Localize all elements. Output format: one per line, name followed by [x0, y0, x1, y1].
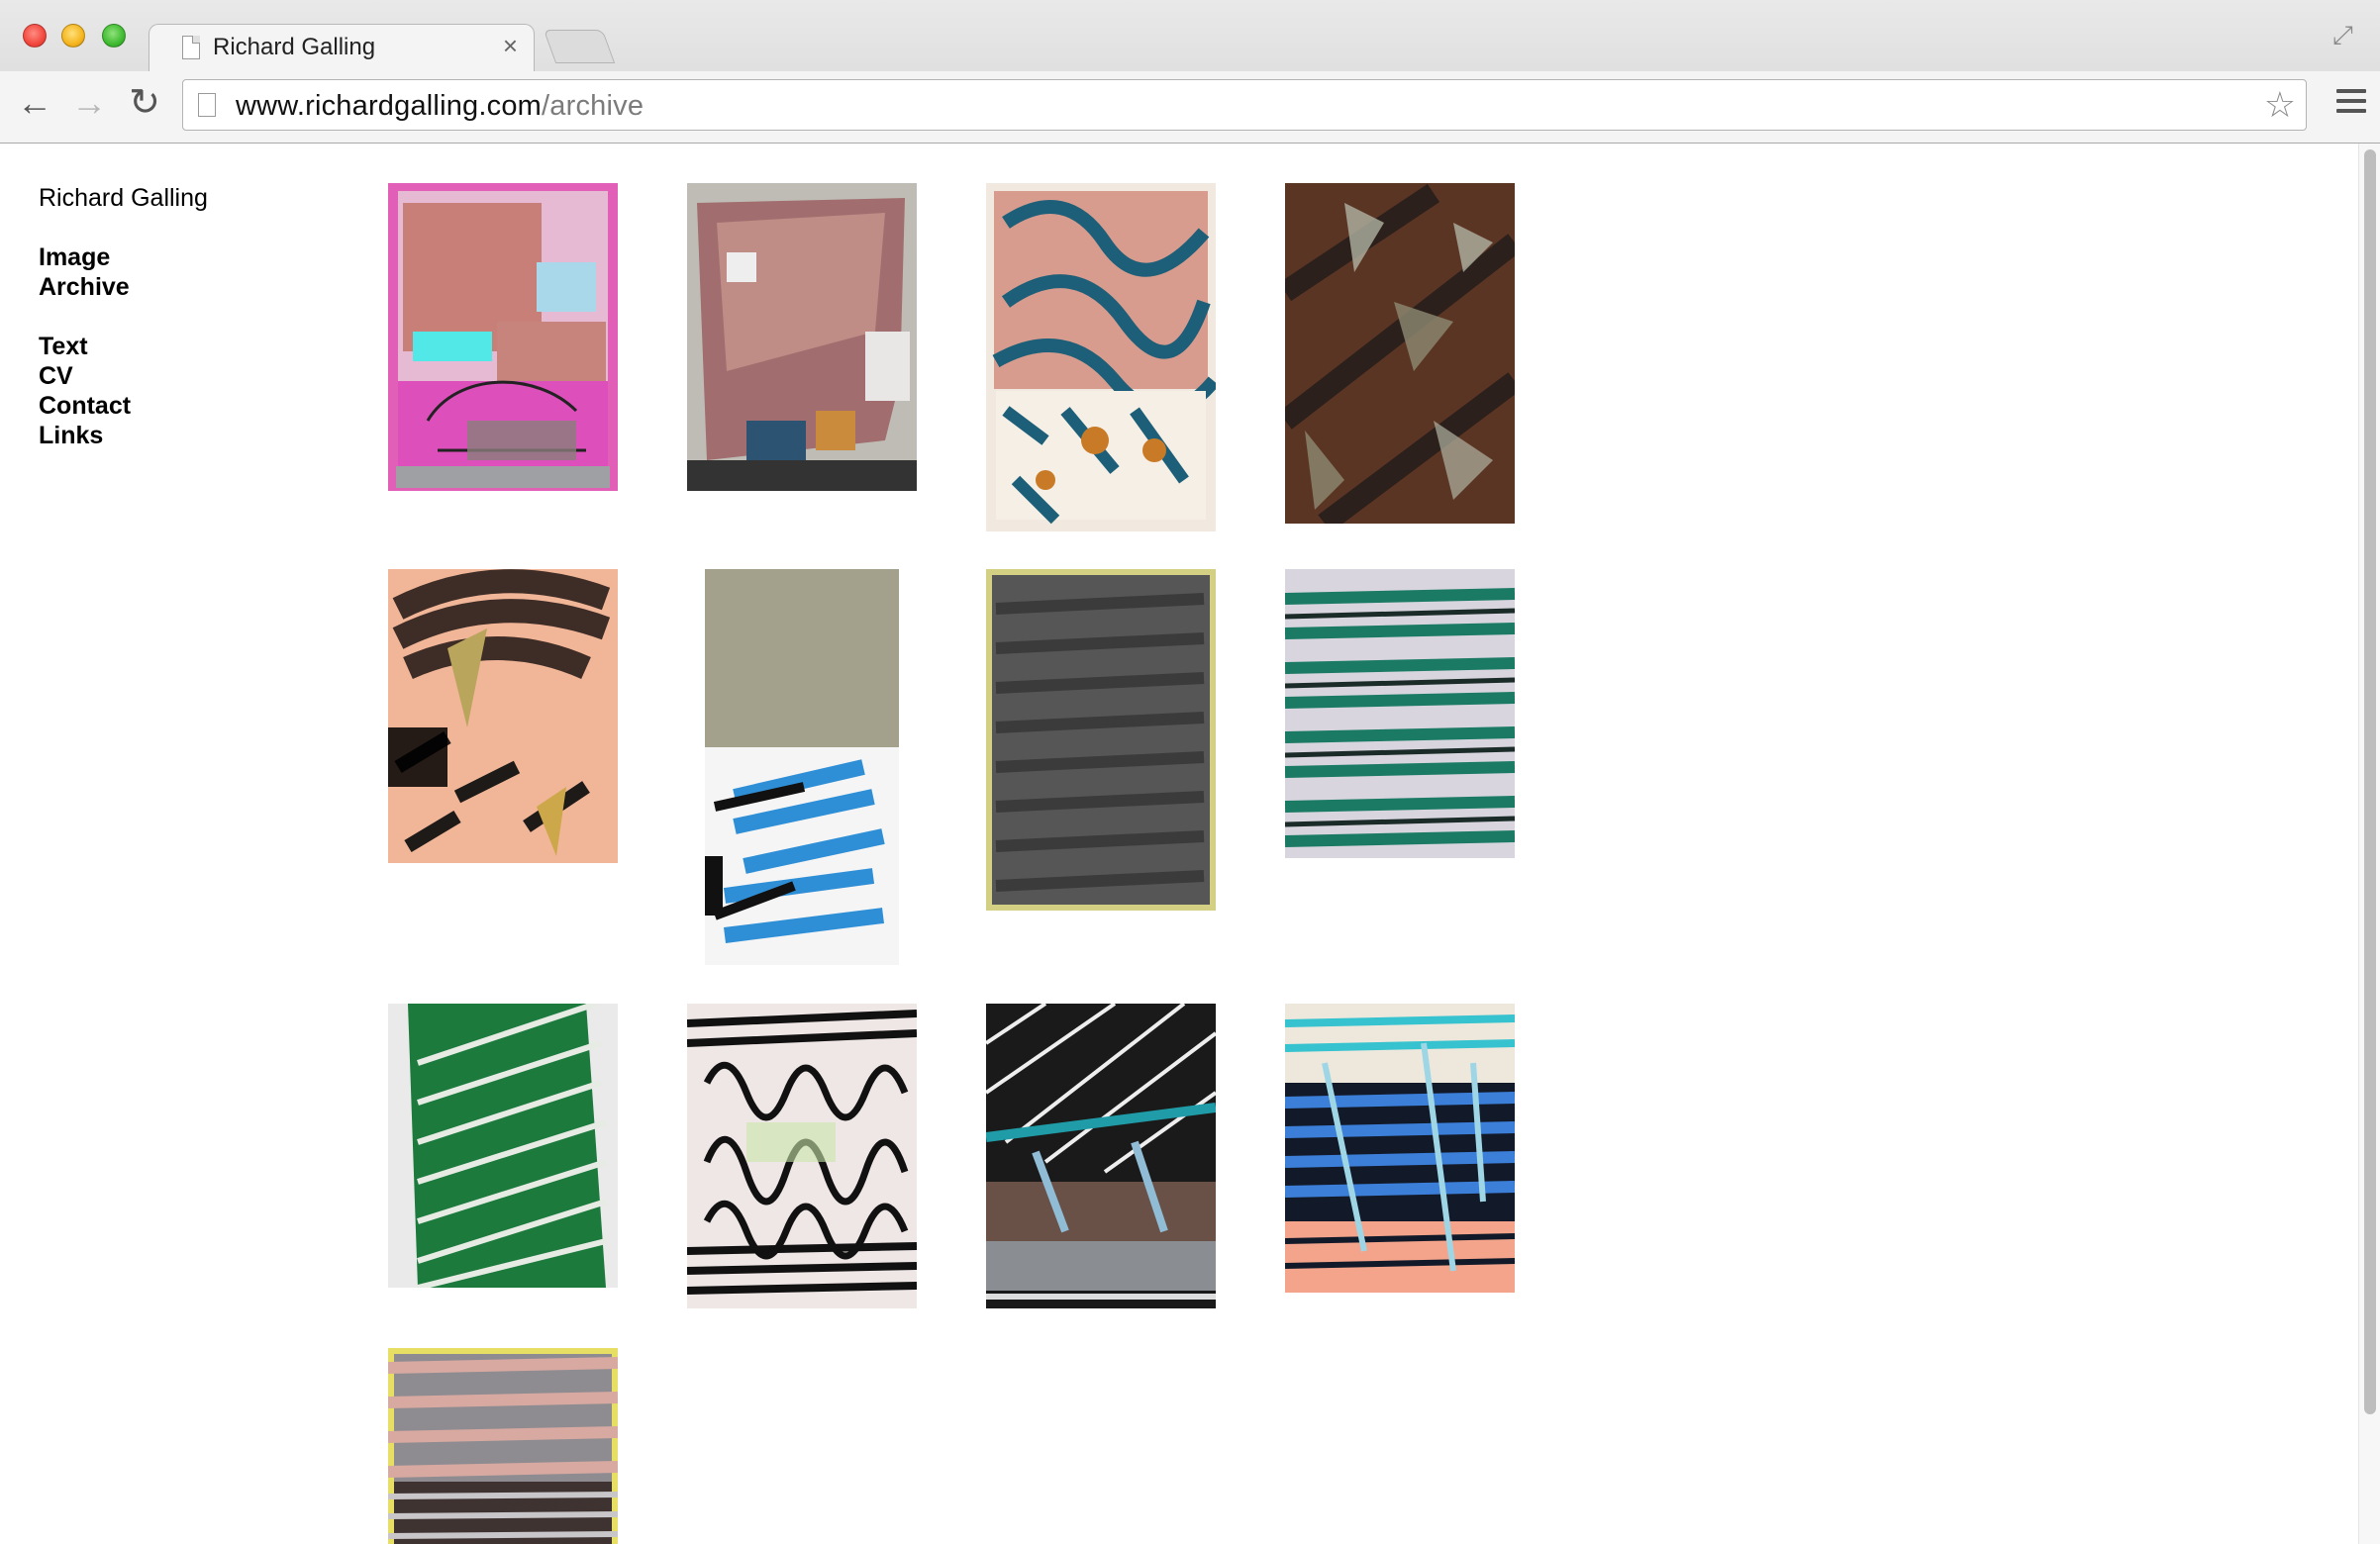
close-window-button[interactable] — [23, 24, 47, 48]
vertical-scrollbar[interactable] — [2358, 144, 2380, 1544]
url-text[interactable]: www.richardgalling.com/archive — [236, 90, 644, 123]
close-tab-icon[interactable]: × — [503, 31, 518, 61]
bookmark-star-icon[interactable]: ☆ — [2264, 84, 2296, 126]
reload-icon[interactable]: ↻ — [125, 83, 164, 123]
artwork-thumbnail[interactable] — [687, 183, 917, 491]
address-bar[interactable]: www.richardgalling.com/archive ☆ — [182, 79, 2307, 131]
nav-link-archive[interactable]: Archive — [39, 272, 208, 302]
url-host: www.richardgalling.com — [236, 90, 543, 122]
fullscreen-icon[interactable]: ⤢ — [2332, 20, 2360, 49]
artwork-thumbnail[interactable] — [986, 569, 1216, 911]
site-title-link[interactable]: Richard Galling — [39, 183, 208, 213]
url-path: /archive — [542, 90, 645, 122]
minimize-window-button[interactable] — [61, 24, 85, 48]
tab-title: Richard Galling — [213, 34, 376, 60]
tab-strip: Richard Galling × ⤢ — [0, 0, 2380, 71]
artwork-thumbnail[interactable] — [388, 1004, 618, 1288]
artwork-thumbnail[interactable] — [986, 183, 1216, 531]
browser-toolbar: ← → ↻ www.richardgalling.com/archive ☆ — [0, 71, 2380, 144]
browser-chrome: Richard Galling × ⤢ ← → ↻ www.richardgal… — [0, 0, 2380, 144]
artwork-thumbnail[interactable] — [986, 1004, 1216, 1308]
nav-link-cv[interactable]: CV — [39, 361, 208, 391]
artwork-thumbnail[interactable] — [388, 569, 618, 863]
nav-link-contact[interactable]: Contact — [39, 391, 208, 421]
scrollbar-thumb[interactable] — [2364, 149, 2376, 1414]
page-icon — [182, 36, 200, 59]
browser-tab[interactable]: Richard Galling × — [149, 24, 535, 71]
artwork-thumbnail[interactable] — [705, 569, 899, 965]
artwork-thumbnail[interactable] — [1285, 1004, 1515, 1293]
sidebar-nav: Richard Galling Image Archive Text CV Co… — [39, 183, 208, 450]
nav-link-text[interactable]: Text — [39, 332, 208, 361]
back-arrow-icon[interactable]: ← — [15, 83, 54, 123]
artwork-thumbnail[interactable] — [687, 1004, 917, 1308]
nav-link-links[interactable]: Links — [39, 421, 208, 450]
page-viewport: Richard Galling Image Archive Text CV Co… — [0, 144, 2358, 1544]
artwork-thumbnail[interactable] — [1285, 569, 1515, 858]
forward-arrow-icon[interactable]: → — [69, 83, 109, 123]
artwork-thumbnail[interactable] — [388, 1348, 618, 1544]
page-icon — [198, 93, 216, 117]
menu-icon[interactable] — [2336, 89, 2366, 119]
artwork-thumbnail[interactable] — [1285, 183, 1515, 524]
nav-link-image[interactable]: Image — [39, 242, 208, 272]
new-tab-button[interactable] — [543, 30, 616, 63]
zoom-window-button[interactable] — [102, 24, 126, 48]
artwork-thumbnail[interactable] — [388, 183, 618, 491]
